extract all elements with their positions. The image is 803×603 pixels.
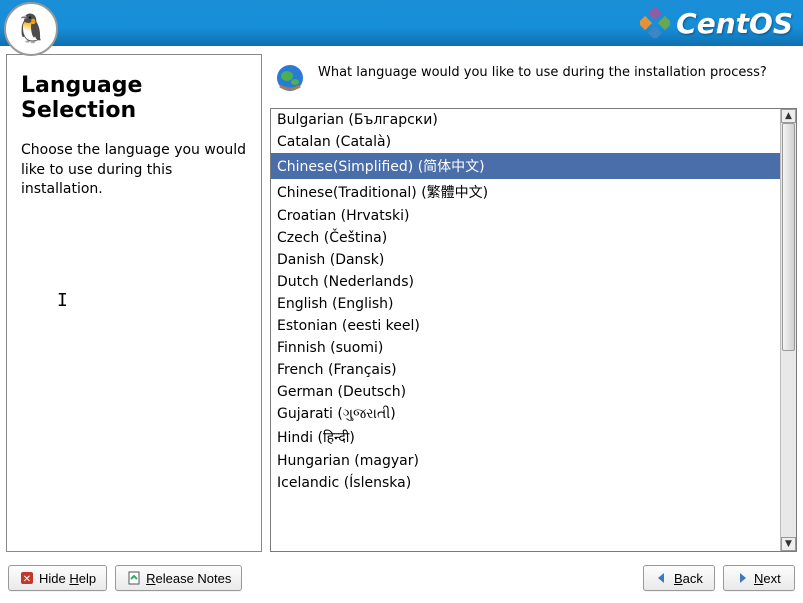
language-item[interactable]: Catalan (Català) (271, 131, 780, 153)
page-help-text: Choose the language you would like to us… (21, 141, 247, 200)
language-item[interactable]: Croatian (Hrvatski) (271, 205, 780, 227)
page-title: Language Selection (21, 73, 247, 123)
language-item[interactable]: Bulgarian (Български) (271, 109, 780, 131)
back-label: Back (674, 571, 703, 586)
svg-text:✕: ✕ (23, 574, 31, 585)
scroll-track[interactable] (781, 123, 796, 537)
hide-help-label: Hide Help (39, 571, 96, 586)
language-item[interactable]: English (English) (271, 293, 780, 315)
language-item[interactable]: Chinese(Traditional) (繁體中文) (271, 179, 780, 205)
brand: CentOS (640, 7, 793, 40)
release-notes-label: Release Notes (146, 571, 231, 586)
installer-header: 🐧 CentOS (0, 0, 803, 46)
centos-logo-icon (640, 8, 670, 38)
scroll-down-button[interactable]: ▼ (781, 537, 796, 551)
language-list-container: Bulgarian (Български)Catalan (Català)Chi… (270, 108, 797, 552)
language-item[interactable]: Czech (Čeština) (271, 227, 780, 249)
next-label: Next (754, 571, 781, 586)
language-item[interactable]: Icelandic (Íslenska) (271, 472, 780, 494)
distro-logo-badge: 🐧 (4, 2, 58, 56)
release-notes-icon (126, 570, 142, 586)
scroll-up-button[interactable]: ▲ (781, 109, 796, 123)
language-list[interactable]: Bulgarian (Български)Catalan (Català)Chi… (271, 109, 780, 551)
penguin-icon: 🐧 (14, 15, 49, 43)
next-button[interactable]: Next (723, 565, 795, 591)
language-item[interactable]: Estonian (eesti keel) (271, 315, 780, 337)
prompt-text: What language would you like to use duri… (318, 62, 767, 82)
scrollbar[interactable]: ▲ ▼ (780, 109, 796, 551)
prompt-row: What language would you like to use duri… (270, 54, 797, 108)
hide-help-button[interactable]: ✕ Hide Help (8, 565, 107, 591)
back-arrow-icon (654, 570, 670, 586)
language-item[interactable]: Gujarati (ગુજરાતી) (271, 403, 780, 425)
main-panel: What language would you like to use duri… (270, 54, 797, 552)
language-item[interactable]: French (Français) (271, 359, 780, 381)
language-item[interactable]: Chinese(Simplified) (简体中文) (271, 153, 780, 179)
language-item[interactable]: Danish (Dansk) (271, 249, 780, 271)
content-area: Language Selection Choose the language y… (0, 46, 803, 558)
language-item[interactable]: Hungarian (magyar) (271, 450, 780, 472)
language-item[interactable]: German (Deutsch) (271, 381, 780, 403)
language-item[interactable]: Hindi (हिन्दी) (271, 425, 780, 450)
brand-text: CentOS (676, 7, 793, 40)
scroll-thumb[interactable] (782, 123, 795, 351)
language-item[interactable]: Finnish (suomi) (271, 337, 780, 359)
back-button[interactable]: Back (643, 565, 715, 591)
release-notes-button[interactable]: Release Notes (115, 565, 242, 591)
next-arrow-icon (734, 570, 750, 586)
globe-icon (274, 62, 306, 94)
hide-help-icon: ✕ (19, 570, 35, 586)
footer-toolbar: ✕ Hide Help Release Notes Back Next (0, 558, 803, 598)
help-panel: Language Selection Choose the language y… (6, 54, 262, 552)
language-item[interactable]: Dutch (Nederlands) (271, 271, 780, 293)
